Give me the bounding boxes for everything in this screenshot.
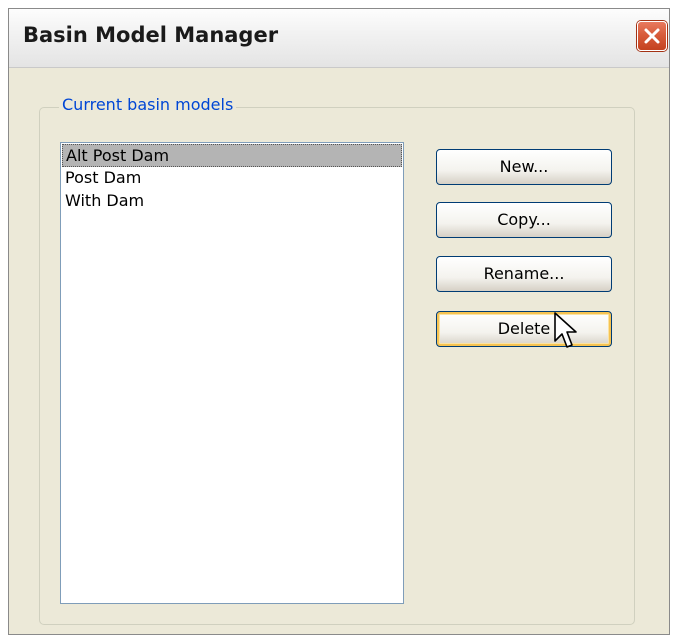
basin-model-list[interactable]: Alt Post Dam Post Dam With Dam xyxy=(60,142,404,604)
list-item-alt-post-dam[interactable]: Alt Post Dam xyxy=(62,144,402,167)
rename-button[interactable]: Rename... xyxy=(436,256,612,292)
window-title: Basin Model Manager xyxy=(23,23,279,47)
close-button[interactable] xyxy=(637,21,667,51)
title-bar[interactable]: Basin Model Manager xyxy=(9,9,669,68)
close-icon xyxy=(644,28,660,44)
new-button[interactable]: New... xyxy=(436,149,612,185)
groupbox-label: Current basin models xyxy=(59,95,237,114)
dialog-body: Current basin models Alt Post Dam Post D… xyxy=(9,68,669,634)
copy-button[interactable]: Copy... xyxy=(436,202,612,238)
list-item-with-dam[interactable]: With Dam xyxy=(62,190,402,213)
delete-button[interactable]: Delete xyxy=(436,311,612,347)
arrow-pointer-icon xyxy=(554,312,577,348)
list-item-post-dam[interactable]: Post Dam xyxy=(62,167,402,190)
